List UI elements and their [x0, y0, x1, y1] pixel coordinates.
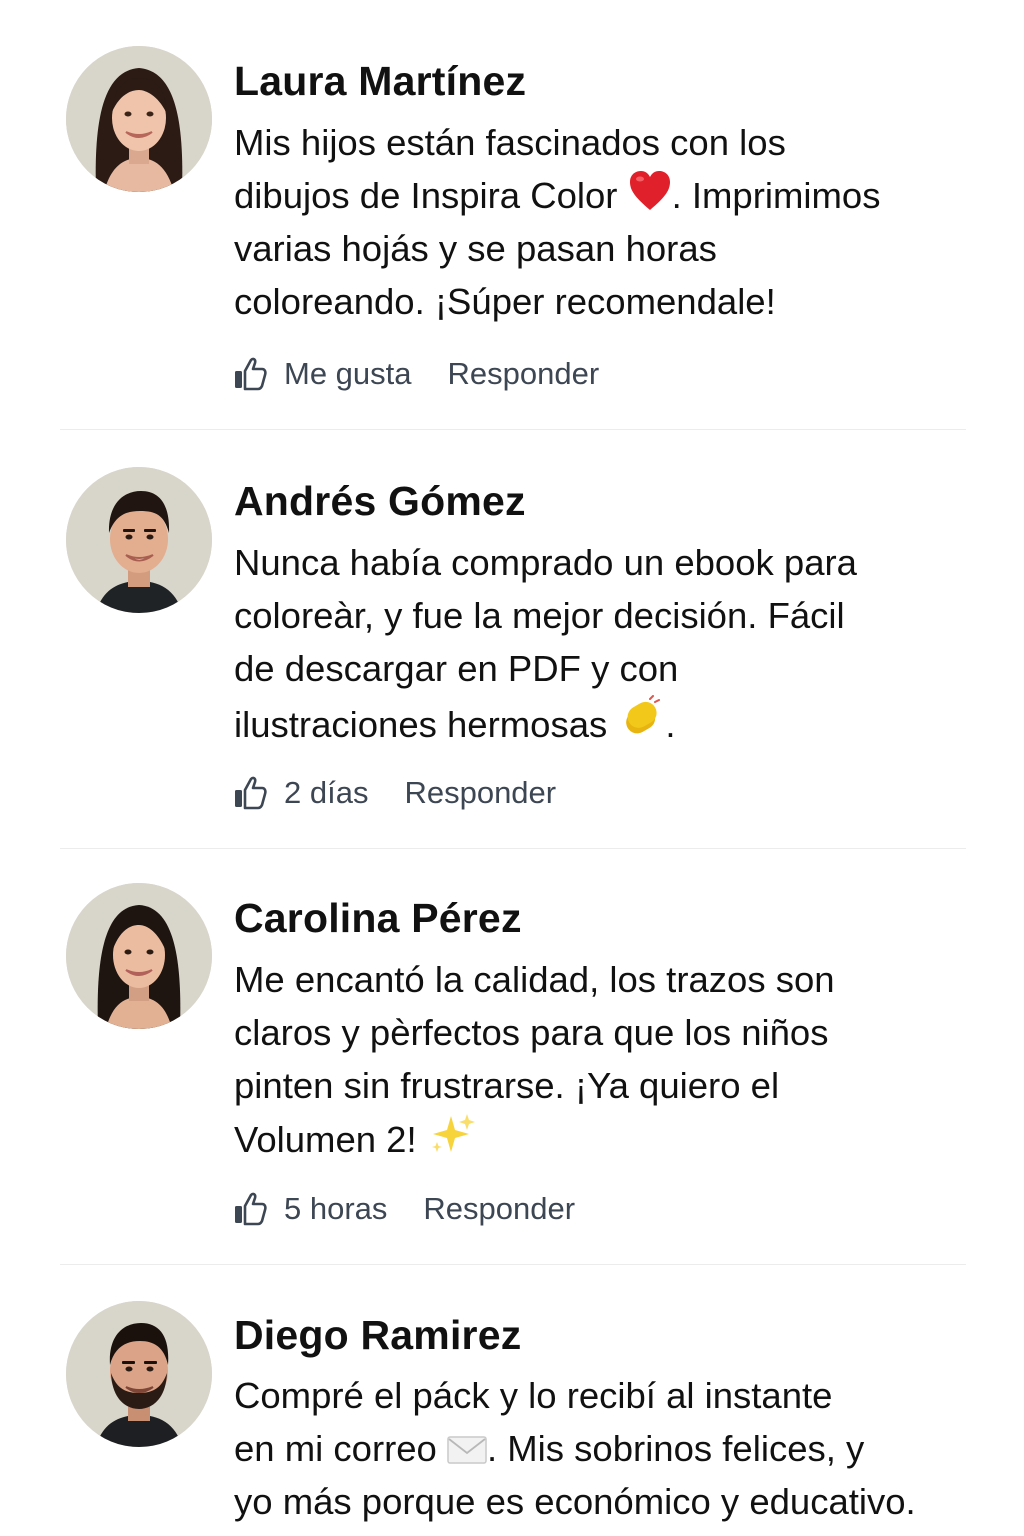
comment-line: en mi correo . Mis sobrinos felices, y: [234, 1422, 916, 1475]
comment-text: Nunca había comprado un ebook para color…: [234, 536, 857, 751]
reply-button[interactable]: Responder: [448, 356, 600, 392]
like-button[interactable]: Me gusta: [232, 356, 412, 392]
reply-button[interactable]: Responder: [423, 1191, 575, 1227]
comment-line-text: Volumen 2!: [234, 1119, 427, 1160]
woman-long-hair-avatar: [66, 46, 212, 192]
comment-line-tail: . Mis sobrinos felices, y: [487, 1428, 865, 1469]
commenter-name: Diego Ramirez: [234, 1312, 522, 1358]
commenter-name: Andrés Gómez: [234, 478, 526, 524]
divider: [60, 1264, 966, 1265]
comment-line: Mis hijos están fascinados con los: [234, 122, 786, 163]
comment-actions: 5 horas Responder: [232, 1189, 575, 1229]
thumbs-up-icon: [235, 776, 267, 810]
comment-line: yo más porque es económico y educativo.: [234, 1481, 916, 1522]
like-button[interactable]: 5 horas: [232, 1191, 387, 1227]
avatar[interactable]: [66, 883, 212, 1029]
comment-line: Nunca había comprado un ebook para: [234, 542, 857, 583]
comment-line: ilustraciones hermosas .: [234, 695, 857, 751]
comment-line-text: ilustraciones hermosas: [234, 704, 618, 745]
avatar[interactable]: [66, 1301, 212, 1447]
comment-text: Mis hijos están fascinados con los dibuj…: [234, 116, 880, 328]
man-beard-avatar: [66, 1301, 212, 1447]
envelope-emoji: [447, 1435, 487, 1465]
comment-line: Me encantó la calidad, los trazos son: [234, 959, 835, 1000]
divider: [60, 848, 966, 849]
comment-line: varias hojás y se pasan horas: [234, 228, 717, 269]
commenter-name: Laura Martínez: [234, 58, 527, 104]
like-label: 5 horas: [284, 1191, 388, 1226]
comment-line-text: dibujos de Inspira Color: [234, 175, 628, 216]
comment-line-tail: . Imprimimos: [671, 175, 881, 216]
woman-dark-hair-avatar: [66, 883, 212, 1029]
heart-emoji: [628, 170, 672, 212]
thumbs-up-icon: [235, 357, 267, 391]
like-label: 2 días: [284, 775, 369, 810]
like-label: Me gusta: [284, 356, 412, 391]
comment-text: Me encantó la calidad, los trazos son cl…: [234, 953, 835, 1166]
comment-actions: Me gusta Responder: [232, 354, 599, 394]
comment-line: de descargar en PDF y con: [234, 648, 679, 689]
comment-line-tail: .: [665, 704, 676, 745]
comment-line: coloreàr, y fue la mejor decisión. Fácil: [234, 595, 845, 636]
sparkles-emoji: [427, 1112, 477, 1156]
comment-line: Compré el páck y lo recibí al instante: [234, 1375, 833, 1416]
avatar[interactable]: [66, 467, 212, 613]
reply-button[interactable]: Responder: [404, 775, 556, 811]
comment-line: dibujos de Inspira Color . Imprimimos: [234, 169, 880, 222]
like-button[interactable]: 2 días: [232, 775, 368, 811]
comment-line-text: en mi correo: [234, 1428, 447, 1469]
comment-line: coloreando. ¡Súper recomendale!: [234, 281, 776, 322]
comment-line: Volumen 2!: [234, 1112, 835, 1166]
comment-line: pinten sin frustrarse. ¡Ya quiero el: [234, 1065, 780, 1106]
man-short-hair-avatar: [66, 467, 212, 613]
comment-line: claros y pèrfectos para que los niños: [234, 1012, 829, 1053]
divider: [60, 429, 966, 430]
thumbs-up-icon: [235, 1192, 267, 1226]
commenter-name: Carolina Pérez: [234, 895, 522, 941]
avatar[interactable]: [66, 46, 212, 192]
comment-actions: 2 días Responder: [232, 773, 556, 813]
comment-text: Compré el páck y lo recibí al instante e…: [234, 1369, 916, 1528]
clapping-hands-emoji: [617, 695, 665, 741]
